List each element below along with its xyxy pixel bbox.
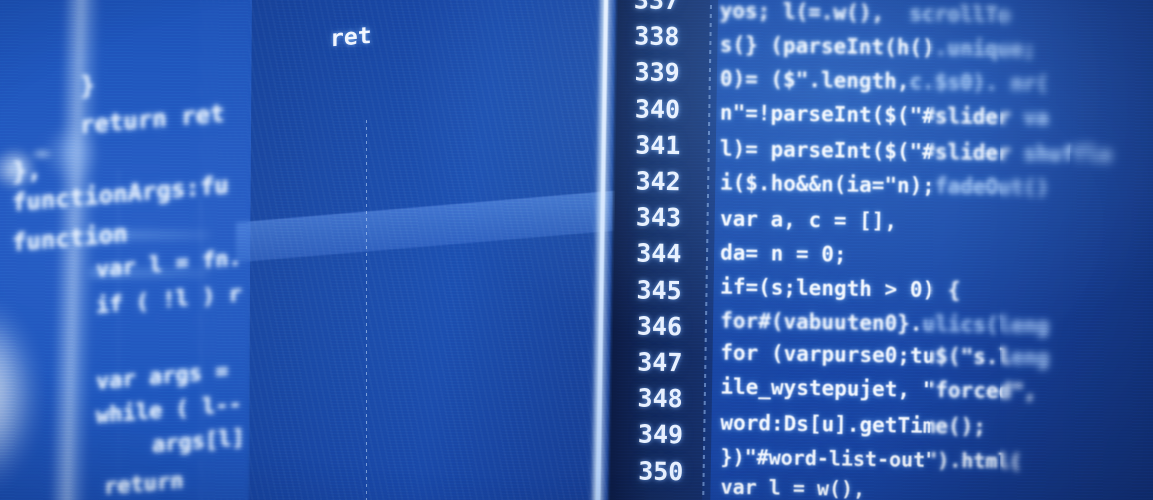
- line-number[interactable]: 343: [636, 203, 682, 233]
- line-number[interactable]: 349: [638, 420, 684, 450]
- left-code-pane[interactable]: ret} return ret}, functionArgs:fu function v…: [0, 0, 620, 500]
- code-line[interactable]: return: [104, 469, 183, 500]
- code-line[interactable]: ret: [330, 23, 372, 52]
- code-line[interactable]: s(} (parseInt(h().unique;: [720, 33, 1036, 62]
- code-line-text: word:Ds[u].getTime();: [720, 410, 987, 439]
- code-line-text: yos; l(=.w(),: [719, 0, 885, 26]
- line-number[interactable]: 350: [638, 456, 684, 486]
- line-number[interactable]: 341: [635, 130, 681, 160]
- code-line[interactable]: n"=!parseInt($("#slider va: [720, 101, 1049, 130]
- code-line[interactable]: var a, c = [],: [720, 207, 897, 234]
- code-line-overflow-text: ulics(leng: [922, 311, 1050, 338]
- code-line[interactable]: })"#word-list-out").html(: [720, 445, 1021, 474]
- code-line-text: l)= parseInt($("#slider: [719, 136, 1011, 166]
- line-number[interactable]: 342: [635, 166, 681, 196]
- code-line-overflow-text: eng: [1010, 345, 1050, 370]
- code-line[interactable]: args[l]: [152, 425, 245, 458]
- code-line[interactable]: yos; l(=.w(), scrollTo: [720, 0, 1011, 27]
- code-line-text: ile_wystepujet, "forced",: [720, 374, 1037, 404]
- code-line[interactable]: word:Ds[u].getTime();: [720, 411, 986, 439]
- code-line-overflow-text: fadeOut(): [934, 173, 1049, 200]
- code-line-text: da= n = 0;: [719, 240, 847, 267]
- code-line[interactable]: 0)= ($".length,c.$s0). nr(: [720, 67, 1049, 96]
- code-line[interactable]: if ( !l ) r: [96, 282, 242, 319]
- code-line-text: })"#word-list-out").html(: [720, 444, 1022, 474]
- screenshot-stage: ret} return ret}, functionArgs:fu function v…: [0, 0, 1153, 500]
- code-line[interactable]: var l = fn.: [96, 246, 242, 283]
- code-line[interactable]: l)= parseInt($("#slider shuffle: [720, 137, 1112, 167]
- code-line[interactable]: for#(vabuuten0}.ulics(leng: [720, 309, 1049, 338]
- line-number[interactable]: 339: [634, 58, 680, 88]
- code-line-overflow-text: va: [1010, 105, 1049, 130]
- code-line-text: var l = w(),: [720, 474, 866, 500]
- line-number[interactable]: 348: [637, 384, 683, 414]
- code-line[interactable]: functionArgs:fu: [12, 171, 229, 217]
- code-line[interactable]: da= n = 0;: [720, 241, 847, 267]
- line-number[interactable]: 345: [636, 275, 682, 305]
- code-line-text: i($.ho&&n(ia="n);: [719, 170, 936, 198]
- line-number[interactable]: 346: [637, 311, 683, 341]
- code-line-overflow-text: shuffle: [1010, 141, 1113, 167]
- code-line[interactable]: var l = w(),: [720, 475, 865, 500]
- line-number[interactable]: 344: [636, 239, 682, 269]
- line-number[interactable]: 347: [637, 348, 683, 378]
- code-line[interactable]: var args =: [96, 358, 242, 395]
- code-line[interactable]: for (varpurse0;tu$("s.leng: [720, 341, 1049, 370]
- code-line-text: for (varpurse0;tu$("s.l: [720, 340, 1012, 370]
- line-number[interactable]: 338: [634, 22, 680, 52]
- code-line-overflow-text: c.$s0). nr(: [909, 69, 1049, 96]
- code-line[interactable]: ile_wystepujet, "forced",: [720, 375, 1036, 404]
- right-code-pane[interactable]: yos; l(=.w(), scrollTo s(} (parseInt(h().…: [702, 0, 1153, 500]
- code-line-text: for#(vabuuten0}.: [720, 308, 923, 336]
- line-number[interactable]: 340: [635, 94, 681, 124]
- code-line[interactable]: i($.ho&&n(ia="n);fadeOut(): [720, 171, 1049, 200]
- code-line-text: s(} (parseInt(h(): [719, 32, 935, 60]
- code-line[interactable]: },: [12, 154, 42, 186]
- code-line-overflow-text: .unique;: [934, 35, 1037, 62]
- code-line[interactable]: }: [80, 70, 95, 100]
- line-number[interactable]: 337: [634, 0, 680, 15]
- code-line-text: 0)= ($".length,: [719, 66, 910, 94]
- code-line[interactable]: while ( l--: [96, 392, 242, 429]
- code-line[interactable]: return ret: [80, 99, 225, 139]
- code-line-text: n"=!parseInt($("#slider: [719, 100, 1011, 130]
- code-line-overflow-text: scrollTo: [883, 1, 1011, 28]
- code-line[interactable]: function: [12, 219, 128, 257]
- code-line-text: var a, c = [],: [719, 206, 898, 234]
- code-line[interactable]: if=(s;length > 0) {: [720, 275, 961, 303]
- code-line-text: if=(s;length > 0) {: [720, 274, 961, 303]
